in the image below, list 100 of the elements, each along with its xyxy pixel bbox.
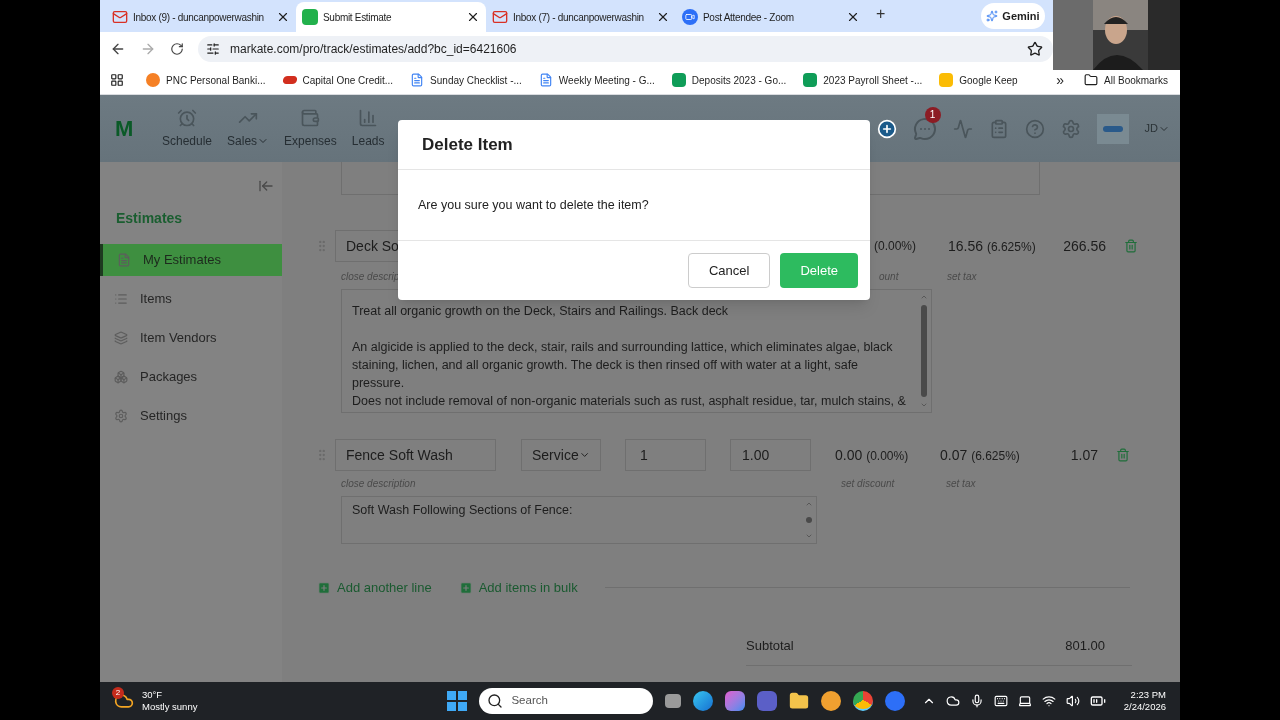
document-icon [538,73,553,87]
document-icon [117,253,131,267]
new-tab-button[interactable]: + [876,2,886,26]
video-app-icon[interactable] [885,691,906,711]
sidebar-item[interactable]: Settings [100,400,282,432]
alarm-clock-icon [177,107,197,128]
weather-widget[interactable]: 30°F Mostly sunny [142,689,198,713]
bookmark-icon [146,73,160,87]
plus-square-icon [458,580,473,595]
discount-percent: (0.00%) [874,238,918,255]
battery-icon[interactable] [1089,693,1106,709]
app-logo-icon [302,9,318,25]
browser-tab[interactable]: Submit Estimate [296,2,486,32]
sidebar-item[interactable]: Item Vendors [100,322,282,354]
apps-icon[interactable] [110,73,124,87]
line-total: 1.07 [1069,445,1098,465]
task-view-icon[interactable] [665,694,682,708]
back-icon[interactable] [110,41,126,57]
assistant-button[interactable]: Gemini [981,3,1045,29]
tax-amount: 16.56 (6.625%) [948,236,1037,256]
type-select[interactable]: Service [521,439,601,471]
sparkle-icon [986,10,999,22]
display-icon[interactable] [1017,694,1032,708]
bookmark[interactable]: 2023 Payroll Sheet -... [803,72,923,88]
settings-icon [114,409,128,423]
browser-tab[interactable]: Inbox (7) - duncanpowerwashin [486,2,676,32]
layers-icon [114,331,128,345]
sidebar-item[interactable]: Packages [100,361,282,393]
spreadsheet-icon [671,73,686,87]
bookmark[interactable]: Weekly Meeting - G... [538,72,655,88]
dialog-title: Delete Item [422,133,513,156]
nav-item[interactable]: Leads [351,107,385,150]
user-menu[interactable]: JD [1144,120,1170,137]
bookmark[interactable]: Deposits 2023 - Go... [671,72,787,88]
nav-item[interactable]: Sales [227,107,270,150]
volume-icon[interactable] [1065,694,1080,708]
assistant-icon[interactable] [725,691,746,711]
notification-badge: 1 [924,106,941,123]
bookmark-star-icon[interactable] [1027,41,1043,57]
browser-tab[interactable]: Post Attendee - Zoom [676,2,866,32]
sidebar-item[interactable]: My Estimates [100,244,282,276]
reload-icon[interactable] [170,42,184,56]
nav-item[interactable]: Schedule [162,107,213,150]
site-settings-icon[interactable] [206,42,220,56]
subtotal-value: 801.00 [1065,636,1105,655]
microphone-icon[interactable] [969,694,984,708]
nav-item[interactable]: Expenses [284,107,337,150]
tax-amount: 0.07 (6.625%) [940,445,1021,465]
notification-badge: 2 [112,687,124,699]
close-icon[interactable] [276,10,290,24]
video-camera-icon [682,9,698,25]
more-bookmarks-button[interactable]: » [1056,69,1065,91]
boxes-icon [114,370,128,384]
team-icon[interactable] [757,691,778,711]
close-icon[interactable] [466,10,480,24]
plus-square-icon [317,580,331,595]
note-icon [939,73,954,87]
close-icon[interactable] [656,10,670,24]
wifi-icon[interactable] [1041,694,1056,708]
browser-icon[interactable] [693,691,714,711]
wallet-icon [300,107,321,128]
bookmark[interactable]: Google Keep [939,72,1018,88]
close-icon[interactable] [846,10,860,24]
taskbar-search-field[interactable]: Search [479,688,654,714]
discount-amount: 0.00 (0.00%) [835,445,910,465]
description-text: Treat all organic growth on the Deck, Stairs and Railings. Back deck [352,303,730,320]
start-icon[interactable] [447,691,468,711]
mail-icon [112,9,128,25]
mail-icon [492,9,508,25]
line-total: 266.56 [1062,236,1106,256]
swoosh-icon [281,76,298,84]
address-field[interactable]: markate.com/pro/track/estimates/add?bc_id=6421606 [198,36,1053,62]
delete-button[interactable]: Delete [780,253,858,288]
cloud-icon[interactable] [945,694,960,708]
folder-icon [1084,73,1099,87]
keyboard-icon[interactable] [993,694,1008,708]
spreadsheet-icon [803,73,818,87]
description-text: Does not include removal of non-organic materials such as rust, asphalt residue, tar, mulch stains, & [352,393,907,410]
sidebar-title: Estimates [116,209,184,228]
description-text: Soft Wash Following Sections of Fence: [352,502,574,519]
folder-icon[interactable] [789,691,810,711]
browser-tab[interactable]: Inbox (9) - duncanpowerwashin [106,2,296,32]
item-name-field[interactable]: Fence Soft Wash [335,439,496,471]
bookmark[interactable]: Sunday Checklist -... [410,72,522,88]
browser-icon[interactable] [853,691,874,711]
search-icon [487,693,504,709]
dialog-message: Are you sure you want to delete the item? [418,196,649,214]
sidebar-item[interactable]: Items [100,283,282,315]
price-field[interactable]: 1.00 [730,439,811,471]
cancel-button[interactable]: Cancel [687,253,771,288]
bookmark[interactable]: Capital One Credit... [282,72,394,88]
subtotal-label: Subtotal [746,636,794,655]
list-icon [114,292,128,306]
bookmark[interactable]: PNC Personal Banki... [146,72,266,88]
quantity-field[interactable]: 1 [625,439,706,471]
all-bookmarks-button[interactable]: All Bookmarks [1084,72,1168,88]
vpn-icon[interactable] [821,691,842,711]
add-icon[interactable] [876,118,897,139]
clock[interactable]: 2:23 PM 2/24/2026 [1123,689,1166,713]
description-text: An algicide is applied to the deck, stair, rails and surrounding lattice, which eliminates algae, black staining, lichen, and all organic growth. The deck is then rinsed off with water at a light, safe pressure. [352,339,894,392]
